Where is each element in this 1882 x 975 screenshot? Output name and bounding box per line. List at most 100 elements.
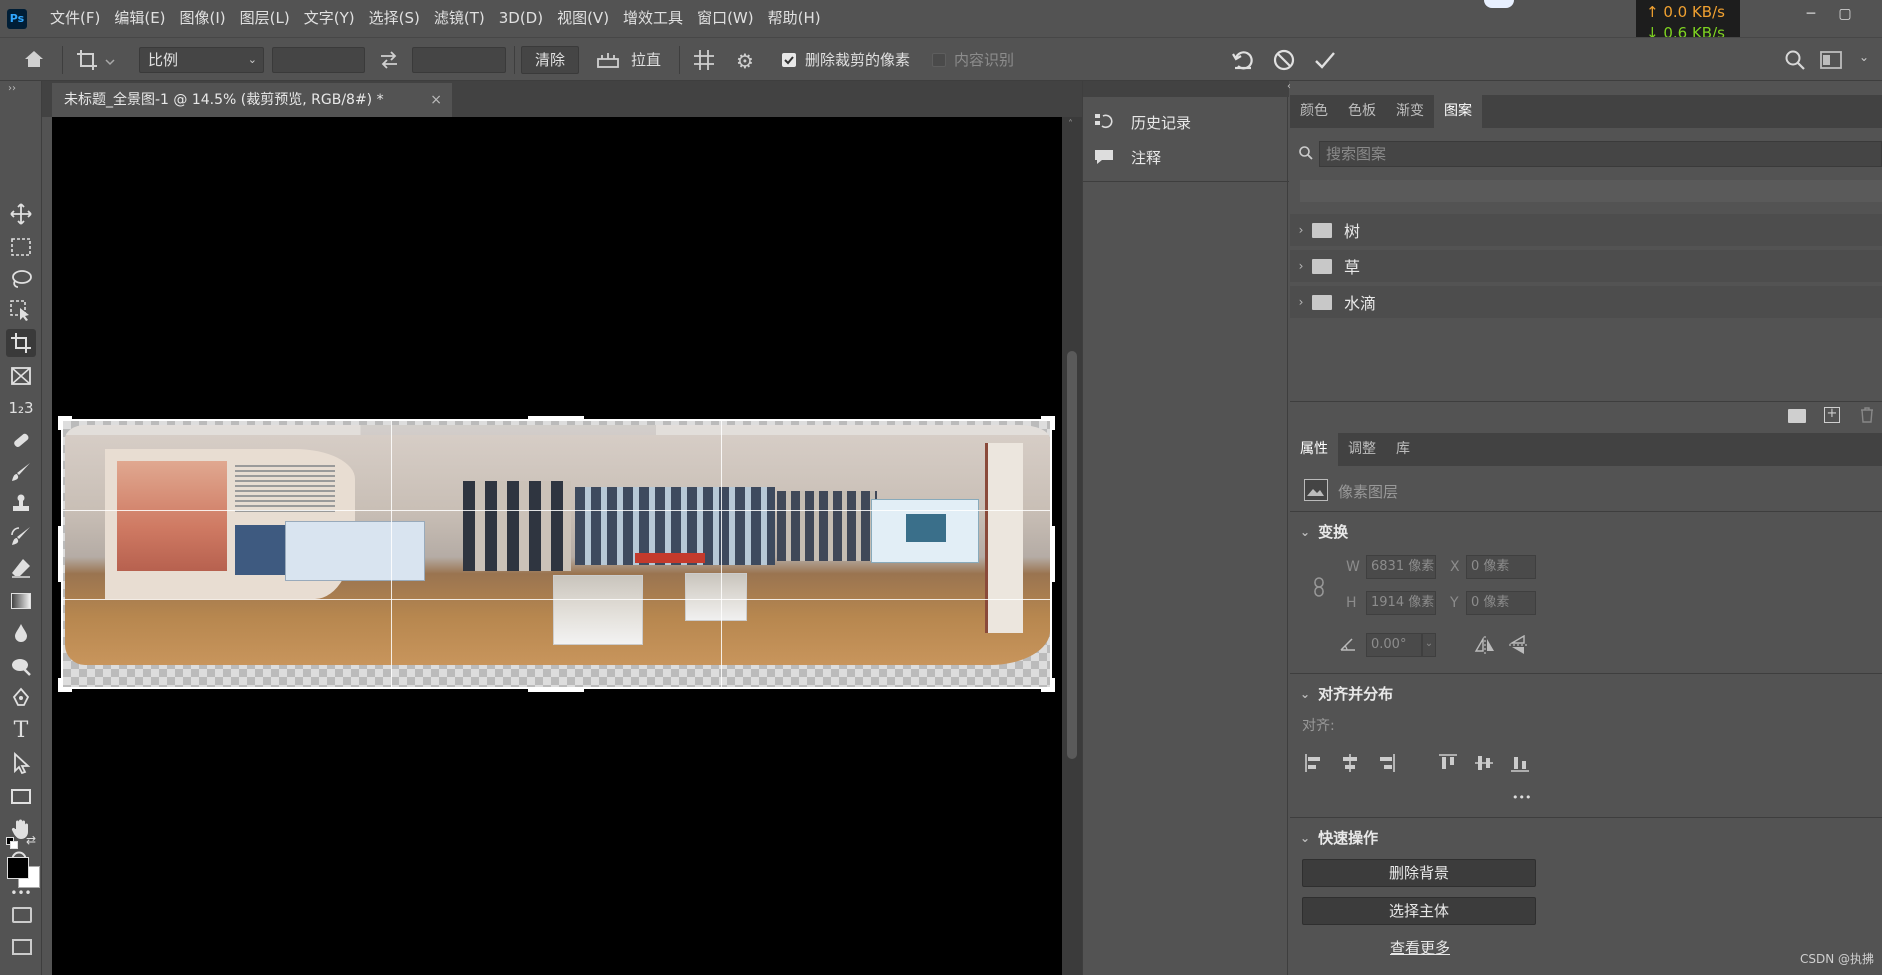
angle-dropdown[interactable]: ⌄ bbox=[1422, 633, 1436, 657]
healing-brush-tool-icon[interactable] bbox=[6, 426, 36, 454]
dodge-tool-icon[interactable] bbox=[6, 652, 36, 680]
menu-image[interactable]: 图像(I) bbox=[173, 0, 233, 37]
swap-icon[interactable] bbox=[378, 50, 400, 70]
tab-color[interactable]: 颜色 bbox=[1290, 95, 1338, 128]
menu-edit[interactable]: 编辑(E) bbox=[107, 0, 172, 37]
rectangle-tool-icon[interactable] bbox=[6, 782, 36, 810]
menu-filter[interactable]: 滤镜(T) bbox=[427, 0, 492, 37]
home-icon[interactable] bbox=[22, 48, 46, 70]
see-more-link[interactable]: 查看更多 bbox=[1390, 937, 1450, 958]
type-tool-icon[interactable]: T bbox=[6, 716, 36, 744]
menu-plugins[interactable]: 增效工具 bbox=[616, 0, 690, 37]
delete-cropped-checkbox[interactable] bbox=[782, 53, 796, 67]
swap-colors-icon[interactable]: ⇄ bbox=[26, 833, 36, 847]
tab-patterns[interactable]: 图案 bbox=[1434, 95, 1482, 128]
settings-gear-icon[interactable]: ⚙ bbox=[733, 49, 757, 73]
close-tab-icon[interactable]: × bbox=[430, 83, 442, 117]
crop-handle-left-center[interactable] bbox=[58, 526, 62, 582]
ratio-select[interactable]: 比例 ⌄ bbox=[139, 47, 264, 73]
reset-icon[interactable] bbox=[1231, 48, 1255, 72]
ratio-height-input[interactable] bbox=[412, 47, 506, 73]
frame-tool-icon[interactable] bbox=[6, 362, 36, 390]
tab-swatches[interactable]: 色板 bbox=[1338, 95, 1386, 128]
pattern-folder-trees[interactable]: › 树 bbox=[1290, 214, 1882, 246]
flip-horizontal-icon[interactable] bbox=[1474, 635, 1496, 655]
crop-handle-top-left-v[interactable] bbox=[58, 416, 62, 430]
content-aware-label[interactable]: 内容识别 bbox=[954, 38, 1014, 82]
crop-tool-icon[interactable] bbox=[6, 329, 36, 357]
scrollbar-thumb[interactable] bbox=[1067, 351, 1077, 759]
pattern-folder-water[interactable]: › 水滴 bbox=[1290, 286, 1882, 318]
search-patterns-input[interactable]: 搜索图案 bbox=[1319, 141, 1882, 167]
menu-type[interactable]: 文字(Y) bbox=[297, 0, 362, 37]
quick-mask-icon[interactable] bbox=[12, 907, 32, 923]
ratio-width-input[interactable] bbox=[272, 47, 365, 73]
commit-check-icon[interactable] bbox=[1313, 48, 1337, 72]
flip-vertical-icon[interactable] bbox=[1508, 634, 1530, 655]
crop-handle-bottom-left-v[interactable] bbox=[58, 678, 62, 692]
menu-file[interactable]: 文件(F) bbox=[43, 0, 107, 37]
menu-select[interactable]: 选择(S) bbox=[362, 0, 427, 37]
cancel-icon[interactable] bbox=[1272, 48, 1296, 72]
width-field[interactable]: 6831 像素 bbox=[1366, 555, 1436, 579]
straighten-icon[interactable] bbox=[596, 49, 620, 71]
pattern-folder-grass[interactable]: › 草 bbox=[1290, 250, 1882, 282]
tab-adjustments[interactable]: 调整 bbox=[1338, 433, 1386, 466]
close-window-icon[interactable] bbox=[1862, 0, 1882, 28]
transform-section-title[interactable]: ⌄ 变换 bbox=[1300, 521, 1348, 542]
tab-properties[interactable]: 属性 bbox=[1290, 433, 1338, 466]
crop-handle-right-center[interactable] bbox=[1051, 526, 1055, 582]
crop-handle-top-center[interactable] bbox=[528, 416, 584, 420]
menu-view[interactable]: 视图(V) bbox=[550, 0, 616, 37]
history-brush-tool-icon[interactable] bbox=[6, 522, 36, 550]
align-vertical-center-icon[interactable] bbox=[1474, 753, 1494, 773]
lasso-tool-icon[interactable] bbox=[6, 265, 36, 293]
delete-cropped-label[interactable]: 删除裁剪的像素 bbox=[805, 38, 910, 82]
new-pattern-icon[interactable]: + bbox=[1824, 407, 1840, 423]
object-select-tool-icon[interactable] bbox=[6, 297, 36, 325]
document-tab[interactable]: 未标题_全景图-1 @ 14.5% (裁剪预览, RGB/8#) * × bbox=[52, 83, 452, 117]
path-select-tool-icon[interactable] bbox=[6, 749, 36, 777]
gradient-tool-icon[interactable] bbox=[6, 587, 36, 615]
workspace-chevron-icon[interactable]: ⌄ bbox=[1859, 50, 1879, 70]
canvas-vertical-scrollbar[interactable]: ˄ bbox=[1062, 117, 1082, 975]
minimize-icon[interactable]: ─ bbox=[1794, 0, 1828, 28]
panel-item-history[interactable]: 历史记录 bbox=[1093, 105, 1191, 139]
pen-tool-icon[interactable] bbox=[6, 684, 36, 712]
tab-libraries[interactable]: 库 bbox=[1386, 433, 1420, 466]
grid-overlay-icon[interactable] bbox=[692, 48, 716, 72]
align-bottom-icon[interactable] bbox=[1510, 753, 1530, 773]
height-field[interactable]: 1914 像素 bbox=[1366, 591, 1436, 615]
x-position-field[interactable]: 0 像素 bbox=[1466, 555, 1536, 579]
eraser-tool-icon[interactable] bbox=[6, 554, 36, 582]
straighten-label[interactable]: 拉直 bbox=[631, 38, 661, 82]
remove-background-button[interactable]: 删除背景 bbox=[1302, 859, 1536, 887]
crop-preset-icon[interactable] bbox=[76, 48, 116, 72]
select-subject-button[interactable]: 选择主体 bbox=[1302, 897, 1536, 925]
menu-help[interactable]: 帮助(H) bbox=[761, 0, 828, 37]
scroll-up-icon[interactable]: ˄ bbox=[1068, 119, 1073, 130]
crop-handle-bottom-right-v[interactable] bbox=[1051, 678, 1055, 692]
panel-item-comments[interactable]: 注释 bbox=[1093, 140, 1161, 174]
tab-gradients[interactable]: 渐变 bbox=[1386, 95, 1434, 128]
menu-3d[interactable]: 3D(D) bbox=[492, 0, 550, 37]
align-right-icon[interactable] bbox=[1376, 753, 1396, 773]
blur-tool-icon[interactable] bbox=[6, 619, 36, 647]
trash-icon[interactable] bbox=[1860, 407, 1874, 423]
angle-field[interactable]: 0.00° bbox=[1366, 633, 1422, 657]
clear-button[interactable]: 清除 bbox=[521, 46, 579, 74]
collapse-toolbar-icon[interactable]: ›› bbox=[8, 83, 16, 94]
link-proportions-icon[interactable] bbox=[1312, 577, 1326, 597]
y-position-field[interactable]: 0 像素 bbox=[1466, 591, 1536, 615]
new-group-icon[interactable] bbox=[1788, 409, 1806, 423]
align-top-icon[interactable] bbox=[1438, 753, 1458, 773]
pattern-size-slider[interactable] bbox=[1300, 180, 1882, 202]
crop-handle-bottom-center[interactable] bbox=[528, 688, 584, 692]
more-align-options-icon[interactable]: ••• bbox=[1512, 791, 1531, 804]
marquee-tool-icon[interactable] bbox=[6, 233, 36, 261]
align-horizontal-center-icon[interactable] bbox=[1340, 753, 1360, 773]
menu-window[interactable]: 窗口(W) bbox=[690, 0, 761, 37]
crop-box[interactable] bbox=[61, 419, 1052, 689]
workspace-icon[interactable] bbox=[1820, 50, 1842, 70]
align-left-icon[interactable] bbox=[1304, 753, 1324, 773]
